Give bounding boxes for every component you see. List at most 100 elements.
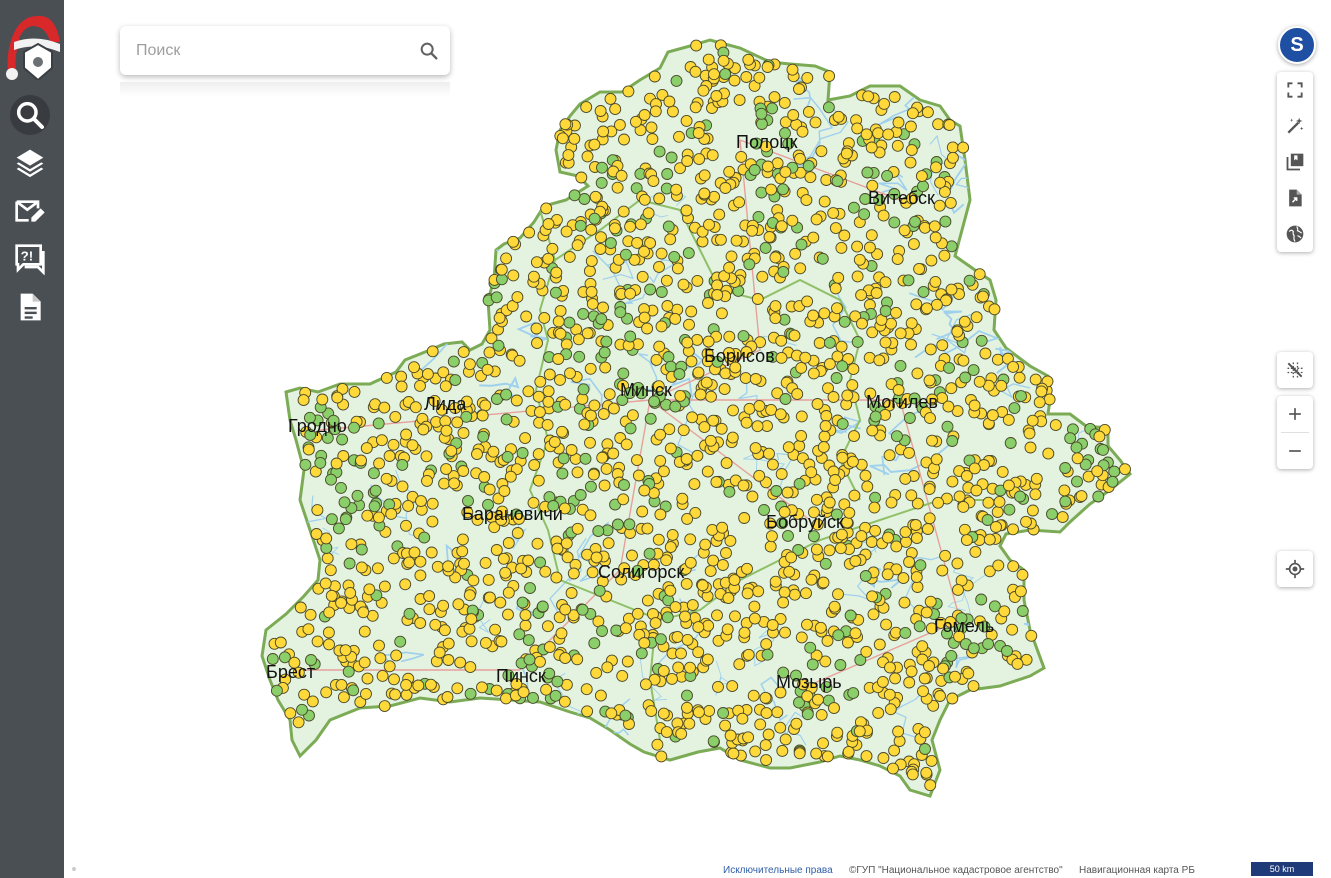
yellow-point-marker[interactable] bbox=[872, 127, 885, 140]
green-point-marker[interactable] bbox=[635, 647, 648, 660]
yellow-point-marker[interactable] bbox=[373, 457, 386, 470]
green-point-marker[interactable] bbox=[574, 489, 587, 501]
yellow-point-marker[interactable] bbox=[298, 688, 311, 701]
yellow-point-marker[interactable] bbox=[660, 726, 673, 739]
yellow-point-marker[interactable] bbox=[910, 532, 923, 545]
yellow-point-marker[interactable] bbox=[554, 327, 567, 340]
yellow-point-marker[interactable] bbox=[528, 459, 541, 471]
yellow-point-marker[interactable] bbox=[702, 619, 715, 632]
yellow-point-marker[interactable] bbox=[387, 438, 400, 451]
yellow-point-marker[interactable] bbox=[811, 398, 824, 410]
yellow-point-marker[interactable] bbox=[958, 315, 971, 328]
yellow-point-marker[interactable] bbox=[915, 170, 928, 183]
yellow-point-marker[interactable] bbox=[414, 617, 427, 630]
yellow-point-marker[interactable] bbox=[879, 336, 892, 349]
yellow-point-marker[interactable] bbox=[1093, 430, 1106, 443]
yellow-point-marker[interactable] bbox=[990, 521, 1002, 533]
green-point-marker[interactable] bbox=[624, 422, 637, 435]
yellow-point-marker[interactable] bbox=[759, 691, 772, 704]
yellow-point-marker[interactable] bbox=[1029, 373, 1042, 386]
yellow-point-marker[interactable] bbox=[738, 626, 751, 639]
yellow-point-marker[interactable] bbox=[783, 565, 796, 578]
green-point-marker[interactable] bbox=[577, 307, 590, 320]
yellow-point-marker[interactable] bbox=[860, 645, 873, 658]
green-point-marker[interactable] bbox=[623, 518, 636, 531]
yellow-point-marker[interactable] bbox=[603, 388, 616, 401]
yellow-point-marker[interactable] bbox=[502, 608, 514, 621]
yellow-point-marker[interactable] bbox=[666, 105, 679, 118]
yellow-point-marker[interactable] bbox=[388, 673, 400, 686]
yellow-point-marker[interactable] bbox=[538, 311, 551, 324]
yellow-point-marker[interactable] bbox=[929, 231, 942, 244]
yellow-point-marker[interactable] bbox=[686, 599, 699, 612]
green-point-marker[interactable] bbox=[568, 189, 581, 202]
yellow-point-marker[interactable] bbox=[943, 119, 956, 131]
yellow-point-marker[interactable] bbox=[670, 183, 683, 196]
yellow-point-marker[interactable] bbox=[742, 53, 755, 66]
yellow-point-marker[interactable] bbox=[1023, 427, 1036, 440]
green-point-marker[interactable] bbox=[1046, 508, 1058, 521]
yellow-point-marker[interactable] bbox=[676, 492, 689, 505]
yellow-point-marker[interactable] bbox=[848, 489, 861, 502]
green-point-marker[interactable] bbox=[588, 637, 601, 650]
yellow-point-marker[interactable] bbox=[348, 385, 361, 398]
yellow-point-marker[interactable] bbox=[890, 306, 902, 319]
yellow-point-marker[interactable] bbox=[692, 127, 705, 139]
yellow-point-marker[interactable] bbox=[664, 584, 677, 597]
yellow-point-marker[interactable] bbox=[883, 688, 896, 701]
green-point-marker[interactable] bbox=[513, 628, 526, 641]
yellow-point-marker[interactable] bbox=[664, 442, 677, 455]
yellow-point-marker[interactable] bbox=[502, 537, 515, 549]
yellow-point-marker[interactable] bbox=[561, 551, 574, 564]
green-point-marker[interactable] bbox=[595, 176, 608, 189]
yellow-point-marker[interactable] bbox=[919, 221, 931, 234]
yellow-point-marker[interactable] bbox=[932, 496, 945, 509]
sidebar-help-button[interactable]: ?! bbox=[10, 239, 50, 279]
yellow-point-marker[interactable] bbox=[335, 596, 348, 609]
yellow-point-marker[interactable] bbox=[926, 434, 938, 447]
yellow-point-marker[interactable] bbox=[801, 295, 814, 308]
yellow-point-marker[interactable] bbox=[827, 207, 840, 220]
yellow-point-marker[interactable] bbox=[823, 544, 836, 557]
green-point-marker[interactable] bbox=[1070, 441, 1083, 454]
yellow-point-marker[interactable] bbox=[426, 497, 439, 510]
green-point-marker[interactable] bbox=[975, 593, 988, 606]
yellow-point-marker[interactable] bbox=[707, 414, 720, 427]
yellow-point-marker[interactable] bbox=[804, 171, 817, 184]
green-point-marker[interactable] bbox=[847, 201, 860, 214]
yellow-point-marker[interactable] bbox=[558, 695, 571, 708]
yellow-point-marker[interactable] bbox=[810, 543, 823, 556]
yellow-point-marker[interactable] bbox=[361, 509, 374, 522]
yellow-point-marker[interactable] bbox=[440, 424, 453, 437]
yellow-point-marker[interactable] bbox=[708, 68, 720, 81]
yellow-point-marker[interactable] bbox=[891, 253, 904, 266]
yellow-point-marker[interactable] bbox=[604, 92, 617, 105]
yellow-point-marker[interactable] bbox=[749, 373, 762, 385]
yellow-point-marker[interactable] bbox=[636, 505, 649, 518]
yellow-point-marker[interactable] bbox=[543, 368, 556, 381]
zoom-out-button[interactable] bbox=[1277, 433, 1313, 469]
yellow-point-marker[interactable] bbox=[828, 702, 840, 715]
green-point-marker[interactable] bbox=[858, 208, 871, 221]
green-point-marker[interactable] bbox=[614, 306, 627, 319]
yellow-point-marker[interactable] bbox=[476, 409, 489, 422]
green-point-marker[interactable] bbox=[1008, 402, 1021, 415]
yellow-point-marker[interactable] bbox=[565, 587, 578, 599]
green-point-marker[interactable] bbox=[617, 367, 630, 380]
yellow-point-marker[interactable] bbox=[991, 506, 1004, 518]
yellow-point-marker[interactable] bbox=[616, 669, 629, 682]
green-point-marker[interactable] bbox=[682, 247, 695, 260]
yellow-point-marker[interactable] bbox=[817, 441, 830, 454]
yellow-point-marker[interactable] bbox=[426, 515, 439, 528]
green-point-marker[interactable] bbox=[343, 557, 356, 570]
yellow-point-marker[interactable] bbox=[1043, 393, 1056, 406]
yellow-point-marker[interactable] bbox=[465, 613, 478, 626]
yellow-point-marker[interactable] bbox=[311, 504, 324, 517]
yellow-point-marker[interactable] bbox=[690, 39, 703, 52]
yellow-point-marker[interactable] bbox=[701, 653, 714, 666]
yellow-point-marker[interactable] bbox=[742, 731, 755, 744]
yellow-point-marker[interactable] bbox=[653, 192, 666, 205]
green-point-marker[interactable] bbox=[1097, 443, 1109, 456]
yellow-point-marker[interactable] bbox=[421, 368, 434, 381]
yellow-point-marker[interactable] bbox=[846, 455, 859, 468]
